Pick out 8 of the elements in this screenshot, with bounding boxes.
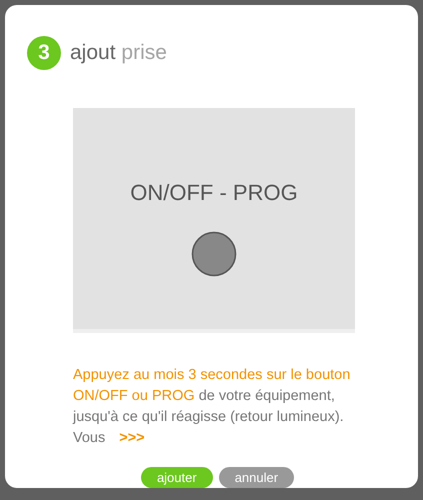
instruction-text: Appuyez au mois 3 secondes sur le bouton ON/OFF ou PROG de votre équipement, jusqu'à ce qu'il réagisse (retour lumineux). Vous >>> [73, 366, 352, 448]
device-label: ON/OFF - PROG [130, 179, 298, 207]
step-number-badge: 3 [27, 36, 61, 70]
more-link[interactable]: >>> [119, 430, 145, 446]
add-button[interactable]: ajouter [140, 467, 213, 488]
cancel-button[interactable]: annuler [218, 467, 294, 488]
dialog-title: ajout prise [70, 40, 167, 66]
round-button-icon [191, 231, 237, 277]
